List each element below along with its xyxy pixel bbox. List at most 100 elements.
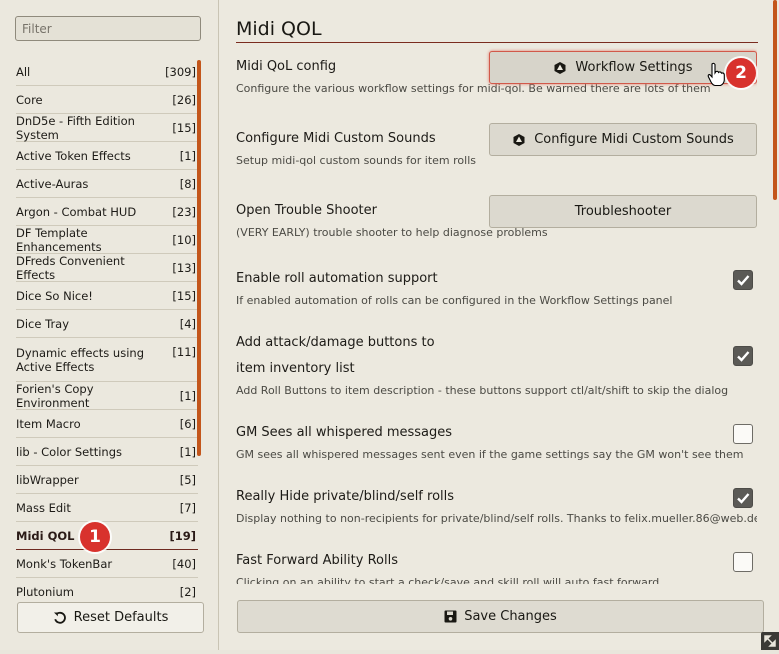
module-item-df-template[interactable]: DF Template Enhancements [10] [16, 226, 198, 254]
save-icon [444, 610, 457, 623]
setting-hint: Display nothing to non-recipients for pr… [236, 512, 757, 525]
checkmark-icon [737, 493, 750, 504]
module-item-core[interactable]: Core [26] [16, 86, 198, 114]
annotation-marker-2: 2 [726, 58, 756, 88]
module-list: All [309] Core [26] DnD5e - Fifth Edition … [16, 58, 198, 604]
roll-automation-checkbox[interactable] [733, 270, 753, 290]
module-count: [2] [179, 584, 196, 599]
module-item-all[interactable]: All [309] [16, 58, 198, 86]
module-count: [15] [172, 120, 196, 135]
module-count: [4] [179, 316, 196, 331]
module-count: [15] [172, 288, 196, 303]
settings-list: Midi QoL config Configure the various wo… [236, 46, 757, 584]
setting-hint: Configure the various workflow settings … [236, 82, 711, 95]
dice-d20-icon [554, 61, 566, 74]
fast-forward-checkbox[interactable] [733, 552, 753, 572]
module-name: Active-Auras [16, 176, 89, 191]
module-name: libWrapper [16, 472, 79, 487]
hide-rolls-checkbox[interactable] [733, 488, 753, 508]
module-count: [19] [169, 528, 196, 543]
module-count: [1] [179, 444, 196, 459]
settings-scrollbar[interactable] [773, 0, 777, 200]
module-item-dice-tray[interactable]: Dice Tray [4] [16, 310, 198, 338]
hand-cursor-icon [707, 62, 725, 87]
module-item-active-token-effects[interactable]: Active Token Effects [1] [16, 142, 198, 170]
setting-trouble-shooter: Open Trouble Shooter (VERY EARLY) troubl… [236, 195, 757, 240]
save-changes-button[interactable]: Save Changes [237, 600, 764, 633]
setting-roll-automation: Enable roll automation support If enable… [236, 266, 757, 308]
module-item-active-auras[interactable]: Active-Auras [8] [16, 170, 198, 198]
reset-defaults-button[interactable]: Reset Defaults [17, 602, 204, 633]
setting-gm-whispers: GM Sees all whispered messages GM sees a… [236, 420, 757, 462]
module-count: [40] [172, 556, 196, 571]
setting-label: GM Sees all whispered messages [236, 425, 453, 440]
module-name: Active Token Effects [16, 148, 131, 163]
workflow-settings-label: Workflow Settings [575, 60, 693, 75]
setting-midi-qol-config: Midi QoL config Configure the various wo… [236, 51, 757, 96]
module-item-dfreds[interactable]: DFreds Convenient Effects [13] [16, 254, 198, 282]
item-buttons-checkbox[interactable] [733, 346, 753, 366]
module-name: Midi QOL [16, 528, 75, 543]
filter-input[interactable] [15, 16, 201, 41]
module-name: Argon - Combat HUD [16, 204, 137, 219]
module-count: [7] [179, 500, 196, 515]
module-name: DFreds Convenient Effects [16, 253, 125, 282]
module-name: Mass Edit [16, 500, 71, 515]
module-name: DF Template Enhancements [16, 225, 102, 254]
module-name: Forien's Copy Environment [16, 381, 94, 410]
module-item-item-macro[interactable]: Item Macro [6] [16, 410, 198, 438]
setting-hint: Setup midi-qol custom sounds for item ro… [236, 154, 477, 167]
save-changes-label: Save Changes [464, 609, 557, 624]
setting-fast-forward: Fast Forward Ability Rolls Clicking on a… [236, 548, 757, 584]
setting-label: Enable roll automation support [236, 271, 438, 286]
module-item-dae[interactable]: Dynamic effects using Active Effects [11] [16, 338, 198, 382]
module-item-libwrapper[interactable]: libWrapper [5] [16, 466, 198, 494]
setting-label-line2: item inventory list [236, 361, 355, 376]
setting-hint: Clicking on an ability to start a check/… [236, 576, 660, 584]
module-item-monks-tokenbar[interactable]: Monk's TokenBar [40] [16, 550, 198, 578]
setting-custom-sounds: Configure Midi Custom Sounds Setup midi-… [236, 123, 757, 168]
undo-icon [53, 611, 66, 624]
module-sidebar: All [309] Core [26] DnD5e - Fifth Edition … [0, 0, 219, 650]
module-item-mass-edit[interactable]: Mass Edit [7] [16, 494, 198, 522]
resize-handle-icon[interactable] [761, 632, 779, 650]
module-name: Dynamic effects using Active Effects [16, 345, 144, 374]
module-item-argon[interactable]: Argon - Combat HUD [23] [16, 198, 198, 226]
module-name: Dice Tray [16, 316, 70, 331]
module-count: [11] [172, 345, 196, 359]
setting-hint: If enabled automation of rolls can be co… [236, 294, 673, 307]
checkmark-icon [737, 275, 750, 286]
module-count: [23] [172, 204, 196, 219]
module-item-forien[interactable]: Forien's Copy Environment [1] [16, 382, 198, 410]
module-count: [13] [172, 260, 196, 275]
module-item-dnd5e[interactable]: DnD5e - Fifth Edition System [15] [16, 114, 198, 142]
module-name: Dice So Nice! [16, 288, 93, 303]
module-name: All [16, 64, 31, 79]
troubleshooter-button[interactable]: Troubleshooter [489, 195, 757, 228]
module-settings-window: All [309] Core [26] DnD5e - Fifth Edition … [0, 0, 779, 650]
configure-sounds-button[interactable]: Configure Midi Custom Sounds [489, 123, 757, 156]
module-item-plutonium[interactable]: Plutonium [2] [16, 578, 198, 604]
dice-d20-icon [513, 133, 525, 146]
module-name: DnD5e - Fifth Edition System [16, 113, 135, 142]
module-name: lib - Color Settings [16, 444, 122, 459]
module-item-lib-color[interactable]: lib - Color Settings [1] [16, 438, 198, 466]
module-name: Plutonium [16, 584, 74, 599]
configure-sounds-label: Configure Midi Custom Sounds [534, 132, 734, 147]
setting-hint: (VERY EARLY) trouble shooter to help dia… [236, 226, 548, 239]
module-count: [10] [172, 232, 196, 247]
annotation-marker-1: 1 [80, 522, 110, 552]
module-name: Core [16, 92, 43, 107]
module-list-scrollbar[interactable] [197, 60, 201, 456]
setting-hide-rolls: Really Hide private/blind/self rolls Dis… [236, 484, 757, 526]
module-count: [1] [179, 388, 196, 403]
module-count: [1] [179, 148, 196, 163]
module-count: [8] [179, 176, 196, 191]
module-count: [5] [179, 472, 196, 487]
setting-label: Fast Forward Ability Rolls [236, 553, 398, 568]
module-item-dice-so-nice[interactable]: Dice So Nice! [15] [16, 282, 198, 310]
setting-hint: GM sees all whispered messages sent even… [236, 448, 744, 461]
settings-panel: Midi QOL Midi QoL config Configure the v… [220, 0, 779, 650]
module-count: [309] [165, 64, 196, 79]
gm-whispers-checkbox[interactable] [733, 424, 753, 444]
